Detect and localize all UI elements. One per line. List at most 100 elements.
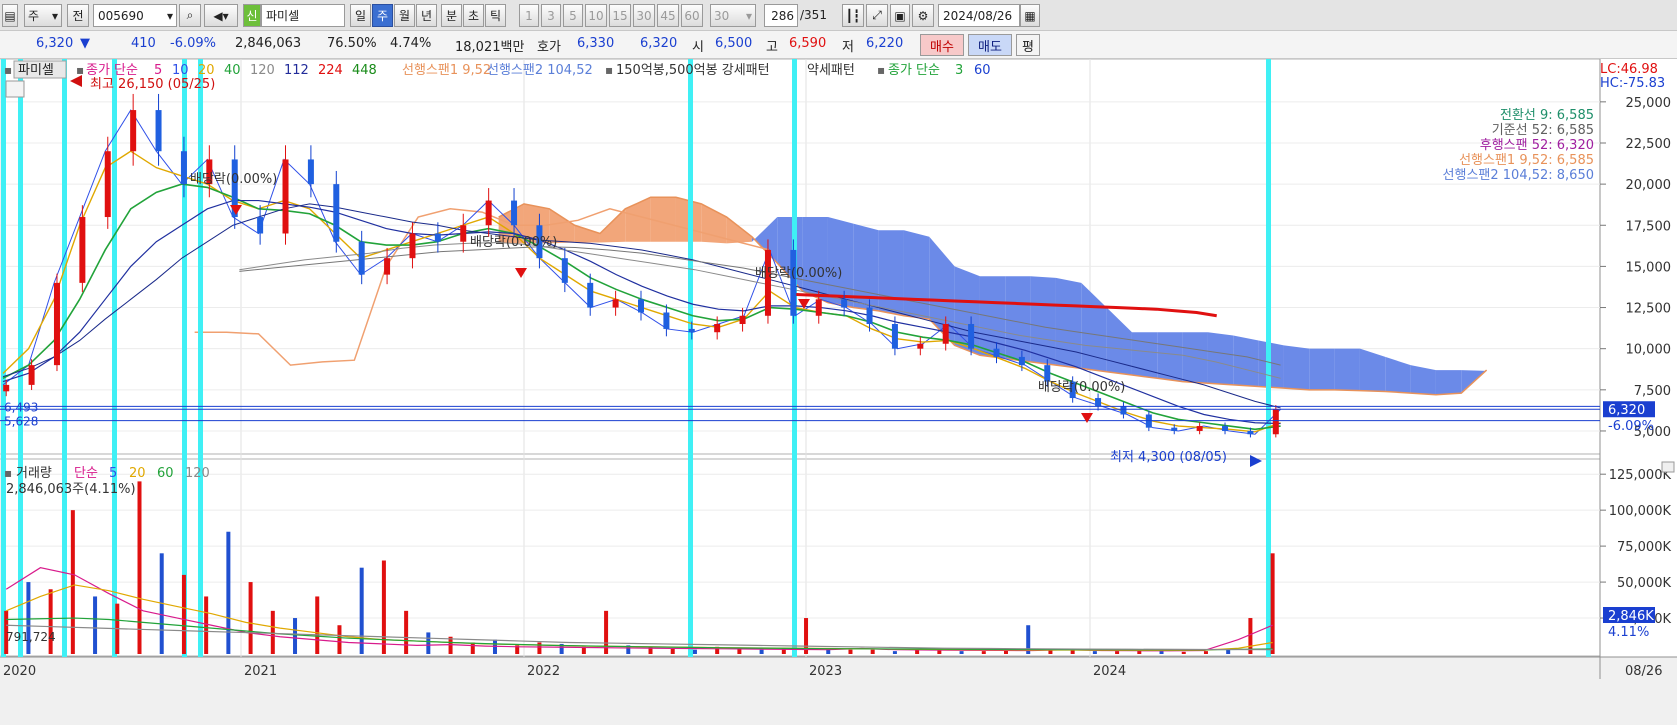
volume-bar bbox=[759, 649, 764, 654]
minute-step-10[interactable]: 10 bbox=[585, 4, 607, 27]
candle-body bbox=[1171, 427, 1178, 431]
volume-bar bbox=[1048, 650, 1053, 654]
volume-bar bbox=[48, 589, 53, 654]
x-tick-label: 2023 bbox=[809, 664, 842, 679]
legend-ma-period: 5 bbox=[154, 63, 162, 78]
volume-bar bbox=[892, 651, 897, 654]
candle-body bbox=[130, 110, 137, 152]
candle-body bbox=[79, 217, 86, 283]
period-tab-2[interactable]: 월 bbox=[394, 4, 415, 27]
candle-icon[interactable]: ┃┇ bbox=[842, 4, 864, 27]
dividend-annotation: 배당락(0.00%) bbox=[1038, 380, 1125, 395]
sound-icon[interactable]: ◀▾ bbox=[204, 4, 238, 27]
save-icon[interactable]: ▣ bbox=[890, 4, 910, 27]
ichimoku-cloud-segment bbox=[903, 230, 930, 320]
ichimoku-readout: 선행스팬2 104,52: 8,650 bbox=[1443, 167, 1594, 183]
eval-button[interactable]: 평 bbox=[1016, 34, 1040, 56]
legend-marker: ▪ bbox=[76, 63, 84, 77]
chevron-down-icon: ▾ bbox=[51, 8, 58, 23]
signal-bar bbox=[62, 59, 67, 657]
volume-bar bbox=[293, 618, 298, 654]
minute-step-5[interactable]: 5 bbox=[563, 4, 583, 27]
candle-body bbox=[104, 151, 111, 218]
quote-ratio: 76.50% bbox=[327, 36, 377, 51]
candle-body bbox=[460, 225, 467, 242]
volume-bar bbox=[470, 642, 475, 654]
gear-icon[interactable]: ⚙ bbox=[912, 4, 934, 27]
period-tab-5[interactable]: 초 bbox=[463, 4, 484, 27]
candle-body bbox=[866, 307, 873, 324]
candle-body bbox=[53, 282, 60, 366]
stock-code-input[interactable]: 005690 ▾ bbox=[93, 4, 177, 27]
period-select-value: 주 bbox=[28, 9, 40, 23]
volume-bar bbox=[359, 567, 364, 654]
quote-amount: 18,021백만 bbox=[455, 40, 525, 55]
period-tab-0[interactable]: 일 bbox=[350, 4, 371, 27]
minute-step-3[interactable]: 3 bbox=[541, 4, 561, 27]
search-icon[interactable]: ⌕ bbox=[179, 4, 201, 27]
low-label: 저 bbox=[842, 40, 854, 55]
candle-body bbox=[993, 348, 1000, 357]
ask-label: 호가 bbox=[537, 40, 561, 55]
volume-bar bbox=[426, 632, 431, 654]
prev-button[interactable]: 전 bbox=[67, 4, 89, 27]
minute-select[interactable]: 30 ▾ bbox=[710, 4, 756, 27]
chart-area[interactable]: 2020 2021 2022 2023 2024 08/265,0007,50010,00… bbox=[0, 59, 1677, 725]
volume-tag: 2,846K bbox=[1608, 609, 1654, 624]
minute-step-60[interactable]: 60 bbox=[681, 4, 703, 27]
buy-button[interactable]: 매수 bbox=[920, 34, 964, 56]
volume-bar bbox=[204, 596, 209, 654]
minute-step-45[interactable]: 45 bbox=[657, 4, 679, 27]
volume-left-label: 791,724 bbox=[6, 630, 56, 644]
quote-change: 410 bbox=[131, 36, 156, 51]
candle-body bbox=[638, 299, 645, 313]
minute-step-30[interactable]: 30 bbox=[633, 4, 655, 27]
legend-ma-period: 448 bbox=[352, 63, 377, 78]
x-right-label: 08/26 bbox=[1625, 664, 1662, 679]
volume-legend-period: 5 bbox=[109, 466, 117, 481]
legend-ma-period: 112 bbox=[284, 63, 309, 78]
legend-marker: ▪ bbox=[605, 63, 613, 77]
calendar-icon[interactable]: ▦ bbox=[1020, 4, 1040, 27]
candle-body bbox=[612, 299, 619, 308]
candle-body bbox=[307, 159, 314, 185]
candle-body bbox=[434, 233, 441, 242]
zoom-icon[interactable]: ⤢ bbox=[866, 4, 888, 27]
price-tick-label: 17,500 bbox=[1626, 219, 1672, 234]
chevron-down-icon: ▾ bbox=[166, 8, 173, 23]
volume-bar bbox=[1159, 651, 1164, 654]
volume-bar bbox=[1203, 651, 1208, 654]
ichimoku-cloud-segment bbox=[1030, 276, 1056, 366]
menu-icon[interactable]: ▤ bbox=[2, 4, 18, 27]
table-icon bbox=[5, 80, 25, 98]
credit-badge: 신 bbox=[243, 4, 261, 27]
date-input[interactable]: 2024/08/26 bbox=[938, 4, 1020, 27]
candle-body bbox=[1018, 356, 1025, 366]
period-tab-3[interactable]: 년 bbox=[416, 4, 437, 27]
sell-button[interactable]: 매도 bbox=[968, 34, 1012, 56]
candle-body bbox=[841, 299, 848, 308]
count-total: /351 bbox=[800, 8, 827, 22]
volume-bar bbox=[1181, 651, 1186, 654]
lc-label: LC:46.98 bbox=[1600, 62, 1658, 77]
period-tab-6[interactable]: 틱 bbox=[485, 4, 506, 27]
minute-step-1[interactable]: 1 bbox=[519, 4, 539, 27]
ichimoku-readout: 후행스팬 52: 6,320 bbox=[1480, 137, 1594, 153]
candle-body bbox=[1120, 406, 1127, 415]
stock-name[interactable]: 파미셀 bbox=[261, 4, 345, 27]
signal-bar bbox=[1, 59, 6, 657]
legend-ma2-period: 60 bbox=[974, 63, 991, 78]
count-input[interactable]: 286 bbox=[764, 4, 798, 27]
ichimoku-readout: 전환선 9: 6,585 bbox=[1500, 108, 1594, 123]
period-tab-4[interactable]: 분 bbox=[441, 4, 462, 27]
volume-bar bbox=[404, 610, 409, 654]
quote-bar: 6,320 ▼ 410 -6.09% 2,846,063 76.50% 4.74… bbox=[0, 31, 1677, 59]
minute-step-15[interactable]: 15 bbox=[609, 4, 631, 27]
candle-body bbox=[714, 324, 721, 333]
period-tab-1[interactable]: 주 bbox=[372, 4, 393, 27]
candle-body bbox=[485, 200, 492, 226]
signal-bar bbox=[792, 59, 797, 657]
volume-bar bbox=[270, 610, 275, 654]
stock-code-value: 005690 bbox=[98, 8, 144, 23]
period-select[interactable]: 주 ▾ bbox=[24, 4, 62, 27]
